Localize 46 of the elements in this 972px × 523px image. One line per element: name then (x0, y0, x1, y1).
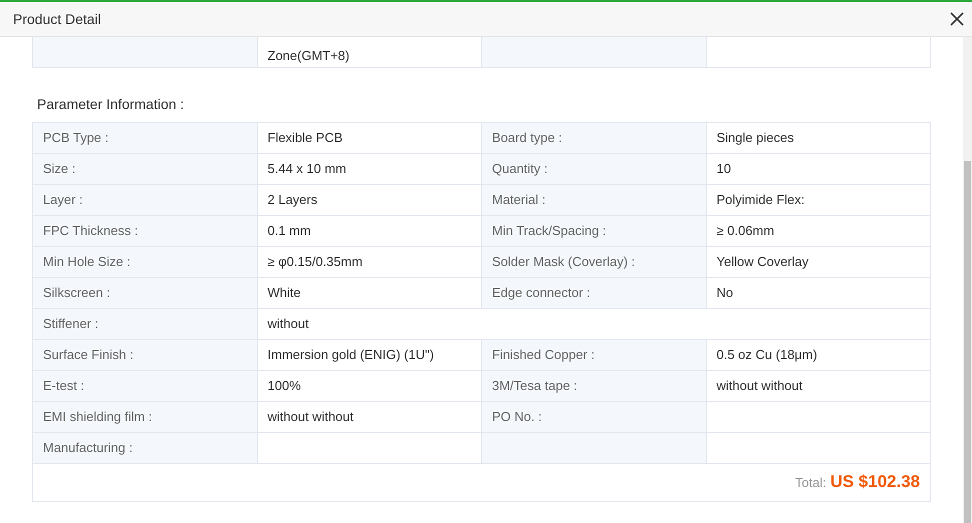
scrollbar-thumb[interactable] (964, 161, 971, 523)
label-cell: E-test : (32, 370, 257, 401)
value-cell: Single pieces (706, 122, 930, 153)
label-cell: Min Hole Size : (32, 246, 257, 277)
label-cell: Edge connector : (482, 277, 706, 308)
label-cell: Material : (482, 184, 706, 215)
label-cell: Quantity : (482, 153, 706, 184)
label-cell: EMI shielding film : (32, 401, 257, 432)
value-cell: Flexible PCB (257, 122, 482, 153)
label-cell: Stiffener : (32, 308, 257, 339)
label-cell: Layer : (32, 184, 257, 215)
value-cell: 5.44 x 10 mm (257, 153, 482, 184)
label-cell: Silkscreen : (32, 277, 257, 308)
label-cell: Manufacturing : (32, 432, 257, 463)
label-cell: Finished Copper : (482, 339, 706, 370)
value-cell: without without (257, 401, 482, 432)
value-cell: 2 Layers (257, 184, 482, 215)
label-cell: PCB Type : (32, 122, 257, 153)
dialog-title: Product Detail (13, 11, 101, 27)
value-cell: 100% (257, 370, 482, 401)
label-cell: FPC Thickness : (32, 215, 257, 246)
label-cell: PO No. : (482, 401, 706, 432)
label-cell: Board type : (482, 122, 706, 153)
total-amount: US $102.38 (830, 472, 920, 491)
value-cell: White (257, 277, 482, 308)
value-cell: ≥ φ0.15/0.35mm (257, 246, 482, 277)
value-cell: Yellow Coverlay (706, 246, 930, 277)
value-cell: 0.5 oz Cu (18μm) (706, 339, 930, 370)
label-cell: Surface Finish : (32, 339, 257, 370)
value-cell: without (257, 308, 930, 339)
value-cell: 0.1 mm (257, 215, 482, 246)
scrollbar[interactable] (963, 37, 972, 523)
label-cell: Min Track/Spacing : (482, 215, 706, 246)
label-cell: Solder Mask (Coverlay) : (482, 246, 706, 277)
close-icon[interactable] (948, 10, 966, 28)
value-cell: 10 (706, 153, 930, 184)
section-title: Parameter Information : (36, 94, 186, 114)
value-cell: Immersion gold (ENIG) (1U") (257, 339, 482, 370)
value-cell: ≥ 0.06mm (706, 215, 930, 246)
value-cell: Zone(GMT+8) (257, 37, 482, 67)
label-cell: 3M/Tesa tape : (482, 370, 706, 401)
value-cell: Polyimide Flex: (706, 184, 930, 215)
label-cell: Size : (32, 153, 257, 184)
value-cell: No (706, 277, 930, 308)
total-label: Total: (795, 475, 826, 490)
value-cell: without without (706, 370, 930, 401)
